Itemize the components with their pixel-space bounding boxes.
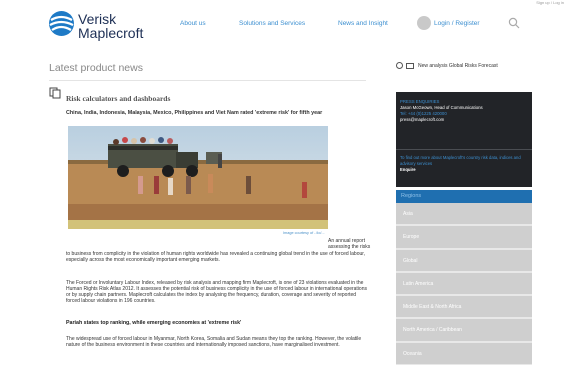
enquire-text: To find out more about Maplecroft's coun… (400, 155, 521, 166)
region-item-mena[interactable]: Middle East & North Africa (396, 296, 532, 320)
globe-logo-icon (49, 11, 74, 36)
paragraph-2: The Forced or Involuntary Labour Index, … (66, 280, 367, 304)
truck-field-image (68, 126, 328, 229)
paragraph-1: to business from complicity in the viola… (66, 251, 366, 263)
intro-fragment: An annual report assessing the risks (328, 238, 371, 250)
enquire-panel: To find out more about Maplecroft's coun… (396, 149, 532, 187)
article-photo (68, 126, 328, 229)
region-item-oceania[interactable]: Oceania (396, 342, 532, 365)
regions-panel: Regions Asia Europe Global Latin America… (396, 190, 532, 365)
clock-icon (396, 62, 403, 69)
divider (49, 80, 366, 81)
site-header: Sign up / Log in Verisk Maplecroft About… (0, 0, 570, 46)
nav-news-insight[interactable]: News and Insight (338, 20, 388, 27)
paragraph-3: The widespread use of forced labour in M… (66, 336, 362, 348)
monitor-icon (406, 62, 414, 69)
nav-about-us[interactable]: About us (180, 20, 206, 27)
region-item-latin-america[interactable]: Latin America (396, 272, 532, 297)
press-email[interactable]: press@maplecroft.com (400, 117, 528, 123)
calculator-category-icon (49, 87, 61, 99)
region-item-global[interactable]: Global (396, 249, 532, 273)
region-item-asia[interactable]: Asia (396, 203, 532, 227)
maplecroft-logo[interactable]: Verisk Maplecroft (48, 10, 168, 41)
logo-text-maplecroft: Maplecroft (78, 25, 144, 41)
article-subheading: Pariah states top ranking, while emergin… (66, 320, 242, 326)
region-item-europe[interactable]: Europe (396, 226, 532, 250)
region-item-north-america[interactable]: North America / Caribbean (396, 319, 532, 343)
page-title: Latest product news (49, 62, 143, 74)
avatar-icon[interactable] (417, 16, 431, 30)
analysis-link-label: New analysis Global Risks Forecast (418, 62, 498, 69)
topright-link[interactable]: Sign up / Log in (536, 0, 564, 5)
image-caption[interactable]: Image courtesy of - ilo/... (283, 231, 325, 235)
article-lead: China, India, Indonesia, Malaysia, Mexic… (66, 110, 323, 116)
nav-login-register[interactable]: Login / Register (434, 20, 480, 27)
analysis-link[interactable]: New analysis Global Risks Forecast (396, 62, 498, 69)
search-icon[interactable] (508, 17, 520, 29)
nav-solutions[interactable]: Solutions and Services (239, 20, 305, 27)
press-enquiries-panel: PRESS ENQUIRIES Jason McGeown, Head of C… (396, 92, 532, 149)
enquire-button[interactable]: Enquire (400, 167, 528, 173)
regions-title: Regions (396, 190, 532, 203)
section-heading: Risk calculators and dashboards (66, 94, 171, 103)
